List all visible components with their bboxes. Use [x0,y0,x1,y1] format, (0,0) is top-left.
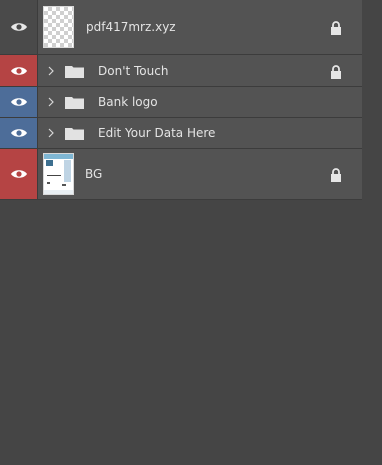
visibility-toggle[interactable] [0,149,38,199]
visibility-toggle[interactable] [0,0,38,54]
layer-name: Edit Your Data Here [98,126,216,140]
eye-icon[interactable] [10,65,28,77]
eye-icon[interactable] [10,96,28,108]
lock-icon [330,64,342,79]
layer-row-dont-touch[interactable]: Don't Touch [0,55,362,87]
chevron-right-icon[interactable] [44,66,58,76]
folder-icon [64,125,84,141]
layer-thumbnail [43,153,74,195]
folder-icon [64,94,84,110]
layers-panel: pdf417mrz.xyz Don't Touch Bank logo Edit… [0,0,382,465]
layers-list: pdf417mrz.xyz Don't Touch Bank logo Edit… [0,0,362,200]
layer-row-bg[interactable]: BG [0,149,362,200]
layer-name: Don't Touch [98,63,169,78]
eye-icon[interactable] [10,21,28,33]
layer-name: pdf417mrz.xyz [86,20,176,34]
layer-name: BG [85,167,103,181]
layer-thumbnail [43,6,74,48]
lock-icon [330,167,342,182]
visibility-toggle[interactable] [0,55,38,86]
chevron-right-icon[interactable] [44,97,58,107]
layer-row-bank-logo[interactable]: Bank logo [0,87,362,118]
eye-icon[interactable] [10,127,28,139]
chevron-right-icon[interactable] [44,128,58,138]
layer-name: Bank logo [98,95,158,109]
folder-icon [64,63,84,79]
layer-row-edit-your-data-here[interactable]: Edit Your Data Here [0,118,362,149]
layer-row-pdf417mrz[interactable]: pdf417mrz.xyz [0,0,362,55]
visibility-toggle[interactable] [0,87,38,117]
visibility-toggle[interactable] [0,118,38,148]
eye-icon[interactable] [10,168,28,180]
lock-icon [330,20,342,35]
